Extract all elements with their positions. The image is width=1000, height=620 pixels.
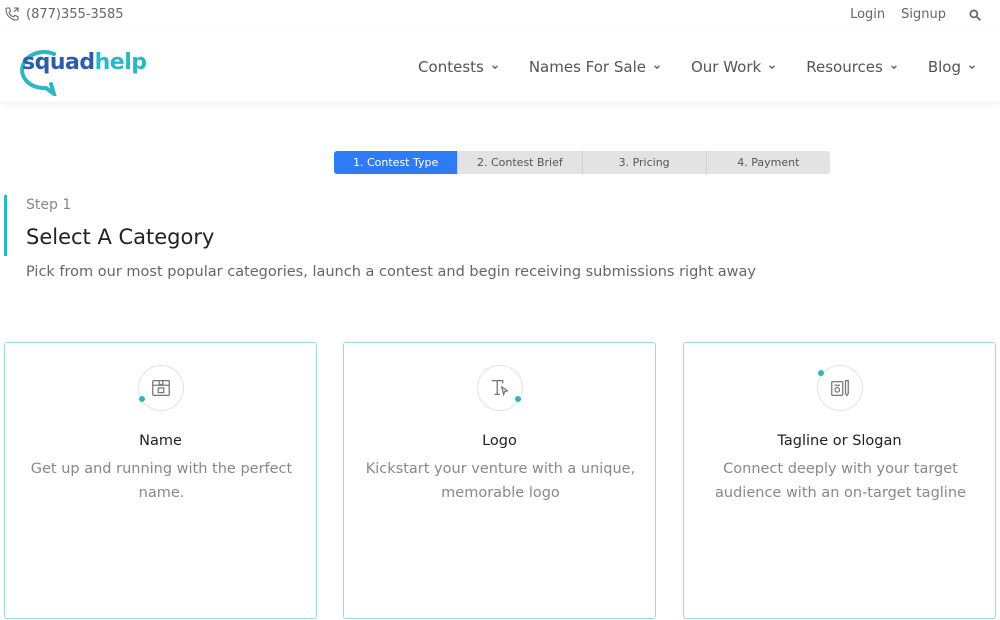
nav-resources[interactable]: Resources xyxy=(806,58,898,76)
card-title: Name xyxy=(139,433,182,449)
page-title: Select A Category xyxy=(26,225,215,249)
logo-text-help: help xyxy=(94,50,147,75)
card-description: Kickstart your venture with a unique, me… xyxy=(365,461,636,501)
top-bar: (877)355-3585 Login Signup xyxy=(0,0,1000,30)
phone-number: (877)355-3585 xyxy=(26,6,124,22)
squadhelp-logo[interactable]: squadhelp xyxy=(6,46,147,96)
logo-typography-icon xyxy=(491,380,509,397)
step-label: Step 1 xyxy=(26,197,72,213)
main-header: squadhelp Contests Names For Sale Our Wo… xyxy=(0,30,1000,102)
nav-contests[interactable]: Contests xyxy=(418,58,499,76)
search-icon[interactable] xyxy=(968,8,982,22)
nav-names-for-sale[interactable]: Names For Sale xyxy=(529,58,661,76)
nav-our-work[interactable]: Our Work xyxy=(691,58,776,76)
phone-contact[interactable]: (877)355-3585 xyxy=(4,6,124,22)
chevron-down-icon xyxy=(769,65,776,70)
card-description: Get up and running with the perfect name… xyxy=(30,461,293,501)
login-link[interactable]: Login xyxy=(850,7,885,22)
signup-link[interactable]: Signup xyxy=(901,7,946,22)
page-subtitle: Pick from our most popular categories, l… xyxy=(26,264,756,280)
step-contest-type[interactable]: 1. Contest Type xyxy=(334,151,459,174)
category-card-name[interactable]: Name Get up and running with the perfect… xyxy=(4,342,317,619)
section-heading: Step 1 Select A Category xyxy=(4,195,904,256)
contest-stepper: 1. Contest Type 2. Contest Brief 3. Pric… xyxy=(334,151,830,174)
step-payment[interactable]: 4. Payment xyxy=(706,151,830,174)
logo-text-squad: squad xyxy=(22,50,95,75)
accent-dot xyxy=(818,370,824,376)
chevron-down-icon xyxy=(654,65,660,70)
card-title: Tagline or Slogan xyxy=(777,433,902,449)
accent-dot xyxy=(139,396,145,402)
category-card-tagline[interactable]: Tagline or Slogan Connect deeply with yo… xyxy=(683,342,996,619)
tagline-pencil-icon xyxy=(831,380,849,397)
main-nav: Contests Names For Sale Our Work Resourc… xyxy=(388,58,976,76)
category-card-logo[interactable]: Logo Kickstart your venture with a uniqu… xyxy=(343,342,656,619)
nav-blog[interactable]: Blog xyxy=(928,58,976,76)
chevron-down-icon xyxy=(969,65,975,70)
chevron-down-icon xyxy=(491,65,498,70)
name-box-icon xyxy=(152,380,170,396)
card-description: Connect deeply with your target audience… xyxy=(715,461,966,501)
phone-icon xyxy=(5,7,19,21)
accent-dot xyxy=(515,396,521,402)
card-title: Logo xyxy=(482,433,517,449)
step-contest-brief[interactable]: 2. Contest Brief xyxy=(458,151,583,174)
chevron-down-icon xyxy=(890,65,897,70)
step-pricing[interactable]: 3. Pricing xyxy=(582,151,707,174)
